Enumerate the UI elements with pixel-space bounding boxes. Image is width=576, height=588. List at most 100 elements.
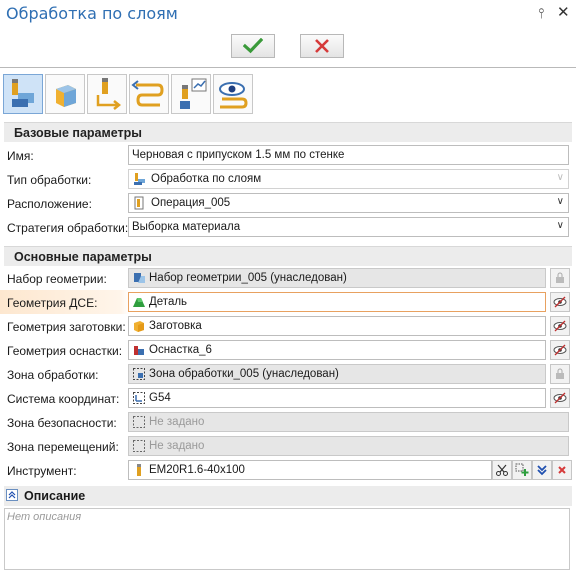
stock-geometry-label: Геометрия заготовки: xyxy=(7,320,126,334)
ok-button[interactable] xyxy=(231,34,275,58)
operation-toolbar xyxy=(0,71,576,117)
safety-zone-label: Зона безопасности: xyxy=(7,416,117,430)
strategy-row: Стратегия обработки: Выборка материала ∨ xyxy=(0,215,576,239)
strategy-value: Выборка материала xyxy=(132,221,241,233)
eye-hidden-icon xyxy=(553,296,567,308)
name-label: Имя: xyxy=(7,149,34,163)
approach-tab[interactable] xyxy=(87,74,127,114)
links-icon xyxy=(131,80,164,107)
moves-zone-field[interactable]: Не задано xyxy=(128,436,569,456)
tool-add-button[interactable] xyxy=(512,460,532,480)
cs-visibility-button[interactable] xyxy=(550,388,570,408)
main-params-header: Основные параметры xyxy=(4,246,572,266)
tool-row: Инструмент: EM20R1.6-40x100 xyxy=(0,458,576,482)
double-chevron-down-icon xyxy=(537,465,547,476)
lock-button[interactable] xyxy=(550,364,570,384)
tool-value: EM20R1.6-40x100 xyxy=(149,464,245,476)
stock-geometry-icon xyxy=(134,321,144,332)
collapse-icon[interactable] xyxy=(6,489,18,501)
cross-icon xyxy=(315,39,329,53)
fixture-geometry-field[interactable]: Оснастка_6 xyxy=(128,340,546,360)
feeds-tab[interactable] xyxy=(171,74,211,114)
zone-icon xyxy=(133,368,145,380)
geomset-field[interactable]: Набор геометрии_005 (унаследован) xyxy=(128,268,546,288)
strategy-label: Стратегия обработки: xyxy=(7,221,129,235)
location-label: Расположение: xyxy=(7,197,92,211)
moves-zone-value: Не задано xyxy=(149,440,205,452)
stock-geometry-value: Заготовка xyxy=(149,320,202,332)
type-select[interactable]: Обработка по слоям ∨ xyxy=(128,169,569,189)
stock-tab[interactable] xyxy=(45,74,85,114)
geomset-row: Набор геометрии: Набор геометрии_005 (ун… xyxy=(0,266,576,290)
stock-geometry-field[interactable]: Заготовка xyxy=(128,316,546,336)
machining-zone-field[interactable]: Зона обработки_005 (унаследован) xyxy=(128,364,546,384)
geomset-value: Набор геометрии_005 (унаследован) xyxy=(149,272,347,284)
approach-icon xyxy=(96,78,122,110)
pin-icon[interactable]: ⫯ xyxy=(538,5,544,22)
fixture-geometry-row: Геометрия оснастки: Оснастка_6 xyxy=(0,338,576,362)
moves-zone-row: Зона перемещений: Не задано xyxy=(0,434,576,458)
layer-machining-icon xyxy=(12,79,34,107)
chevron-down-icon: ∨ xyxy=(556,196,564,207)
layer-type-icon xyxy=(134,173,145,185)
part-icon xyxy=(133,298,145,307)
fixture-visibility-button[interactable] xyxy=(550,340,570,360)
stock-visibility-button[interactable] xyxy=(550,316,570,336)
eye-hidden-icon xyxy=(553,344,567,356)
close-icon[interactable]: ✕ xyxy=(557,3,570,21)
geomset-label: Набор геометрии: xyxy=(7,272,107,286)
type-label: Тип обработки: xyxy=(7,173,92,187)
part-geometry-field[interactable]: Деталь xyxy=(128,292,546,312)
layer-machining-tab[interactable] xyxy=(3,74,43,114)
visibility-icon xyxy=(219,82,248,109)
description-textarea[interactable]: Нет описания xyxy=(4,508,570,570)
part-geometry-label: Геометрия ДСЕ: xyxy=(7,296,98,310)
stock-geometry-row: Геометрия заготовки: Заготовка xyxy=(0,314,576,338)
description-title: Описание xyxy=(24,489,86,503)
coordinate-system-value: G54 xyxy=(149,392,171,404)
description-placeholder: Нет описания xyxy=(7,511,82,523)
fixture-icon xyxy=(134,346,144,355)
description-header[interactable]: Описание xyxy=(4,486,572,506)
checkmark-icon xyxy=(243,38,263,54)
geometry-set-icon xyxy=(134,273,145,283)
name-row: Имя: Черновая с припуском 1.5 мм по стен… xyxy=(0,143,576,167)
coordinate-system-icon xyxy=(133,392,145,404)
fixture-geometry-value: Оснастка_6 xyxy=(149,344,212,356)
lock-icon xyxy=(556,368,564,379)
visibility-tab[interactable] xyxy=(213,74,253,114)
coordinate-system-label: Система координат: xyxy=(7,392,120,406)
stock-icon xyxy=(56,85,76,107)
name-value: Черновая с припуском 1.5 мм по стенке xyxy=(132,149,345,161)
safety-zone-field[interactable]: Не задано xyxy=(128,412,569,432)
chevron-down-icon: ∨ xyxy=(556,172,564,183)
coordinate-system-field[interactable]: G54 xyxy=(128,388,546,408)
cancel-button[interactable] xyxy=(300,34,344,58)
location-select[interactable]: Операция_005 ∨ xyxy=(128,193,569,213)
lock-button[interactable] xyxy=(550,268,570,288)
tool-field[interactable]: EM20R1.6-40x100 xyxy=(128,460,492,480)
zone-icon xyxy=(133,440,145,452)
tool-label: Инструмент: xyxy=(7,464,77,478)
location-value: Операция_005 xyxy=(151,197,231,209)
strategy-select[interactable]: Выборка материала ∨ xyxy=(128,217,569,237)
tool-edit-button[interactable] xyxy=(492,460,512,480)
delete-icon xyxy=(558,466,566,474)
part-geometry-value: Деталь xyxy=(149,296,188,308)
tool-remove-button[interactable] xyxy=(552,460,572,480)
add-tool-icon xyxy=(515,463,529,476)
name-input[interactable]: Черновая с припуском 1.5 мм по стенке xyxy=(128,145,569,165)
links-tab[interactable] xyxy=(129,74,169,114)
tool-expand-button[interactable] xyxy=(532,460,552,480)
machining-zone-row: Зона обработки: Зона обработки_005 (унас… xyxy=(0,362,576,386)
location-row: Расположение: Операция_005 ∨ xyxy=(0,191,576,215)
type-row: Тип обработки: Обработка по слоям ∨ xyxy=(0,167,576,191)
coordinate-system-row: Система координат: G54 xyxy=(0,386,576,410)
feeds-icon xyxy=(180,78,207,109)
safety-zone-row: Зона безопасности: Не задано xyxy=(0,410,576,434)
part-visibility-button[interactable] xyxy=(550,292,570,312)
tool-icon xyxy=(137,464,141,476)
scissors-icon xyxy=(496,464,508,476)
machining-zone-label: Зона обработки: xyxy=(7,368,99,382)
type-value: Обработка по слоям xyxy=(151,173,262,185)
